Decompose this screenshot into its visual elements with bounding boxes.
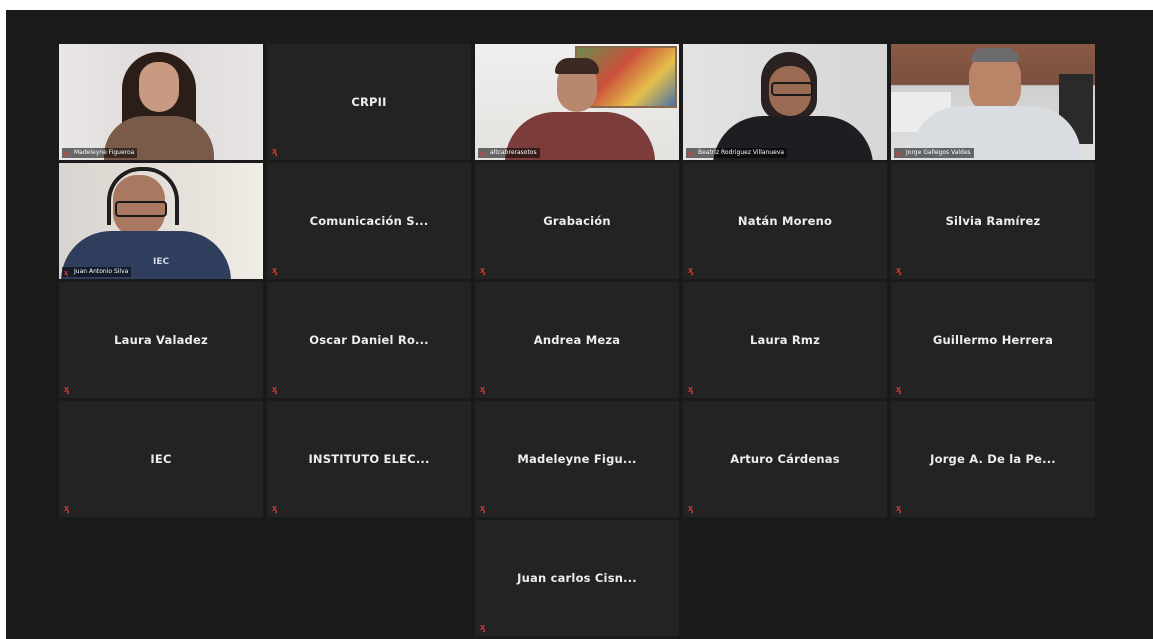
muted-mic-icon: ᶍ	[896, 385, 902, 395]
muted-mic-icon: ᶍ	[480, 385, 486, 395]
muted-mic-icon: ᶍ	[480, 623, 486, 633]
participant-name: Oscar Daniel Ro...	[309, 333, 429, 347]
participant-tile[interactable]: Silvia Ramírez ᶍ	[891, 163, 1095, 279]
participant-name-tag: ᶍ Jorge Gallegos Valdes	[894, 148, 974, 158]
video-tile-jorge-gallegos-active-speaker[interactable]: ᶍ Jorge Gallegos Valdes	[891, 44, 1095, 160]
participant-tile[interactable]: Comunicación S... ᶍ	[267, 163, 471, 279]
participant-tile[interactable]: Andrea Meza ᶍ	[475, 282, 679, 398]
participant-name: Comunicación S...	[309, 214, 429, 228]
participant-tile[interactable]: INSTITUTO ELEC... ᶍ	[267, 401, 471, 517]
video-tile-beatriz-rodriguez[interactable]: ᶍ Beatriz Rodriguez Villanueva	[683, 44, 887, 160]
participant-tile[interactable]: Laura Valadez ᶍ	[59, 282, 263, 398]
participant-tile[interactable]: Natán Moreno ᶍ	[683, 163, 887, 279]
muted-mic-icon: ᶍ	[64, 385, 70, 395]
muted-mic-icon: ᶍ	[480, 504, 486, 514]
person-hair	[971, 48, 1019, 62]
muted-mic-icon: ᶍ	[688, 266, 694, 276]
participant-name: Silvia Ramírez	[945, 214, 1041, 228]
participant-name: Juan carlos Cisn...	[517, 571, 637, 585]
participant-name: IEC	[150, 452, 172, 466]
participant-tile[interactable]: Arturo Cárdenas ᶍ	[683, 401, 887, 517]
participant-name: Guillermo Herrera	[932, 333, 1054, 347]
muted-mic-icon: ᶍ	[480, 150, 484, 158]
muted-mic-icon: ᶍ	[480, 266, 486, 276]
muted-mic-icon: ᶍ	[272, 266, 278, 276]
participant-name: Laura Valadez	[114, 333, 208, 347]
muted-mic-icon: ᶍ	[896, 504, 902, 514]
muted-mic-icon: ᶍ	[688, 504, 694, 514]
participant-tile[interactable]: Juan carlos Cisn... ᶍ	[475, 520, 679, 636]
meeting-gallery-view: ᶍ Madeleyne Figueroa CRPII ᶍ ᶍ altcabreras…	[6, 10, 1153, 639]
person-hair	[555, 58, 599, 74]
video-tile-madeleyne-figueroa[interactable]: ᶍ Madeleyne Figueroa	[59, 44, 263, 160]
person-face	[139, 62, 179, 112]
participant-tile[interactable]: Oscar Daniel Ro... ᶍ	[267, 282, 471, 398]
participant-tile[interactable]: Grabación ᶍ	[475, 163, 679, 279]
participant-name: CRPII	[351, 95, 387, 109]
participant-name-tag: ᶍ Juan Antonio Silva	[62, 267, 132, 277]
participant-name-tag: ᶍ Madeleyne Figueroa	[62, 148, 138, 158]
glasses	[771, 82, 813, 96]
muted-mic-icon: ᶍ	[64, 150, 68, 158]
glasses	[115, 201, 167, 217]
participant-tile[interactable]: Madeleyne Figu... ᶍ	[475, 401, 679, 517]
participant-name-tag: ᶍ Beatriz Rodriguez Villanueva	[686, 148, 788, 158]
muted-mic-icon: ᶍ	[688, 150, 692, 158]
participant-name: Grabación	[543, 214, 611, 228]
muted-mic-icon: ᶍ	[272, 147, 278, 157]
muted-mic-icon: ᶍ	[688, 385, 694, 395]
muted-mic-icon: ᶍ	[896, 266, 902, 276]
video-tile-altcabrerasotos[interactable]: ᶍ altcabrerasotos	[475, 44, 679, 160]
muted-mic-icon: ᶍ	[272, 504, 278, 514]
participant-name: Jorge A. De la Pe...	[930, 452, 1056, 466]
participant-name: Andrea Meza	[533, 333, 621, 347]
participant-name-tag: ᶍ altcabrerasotos	[478, 148, 540, 158]
muted-mic-icon: ᶍ	[896, 150, 900, 158]
muted-mic-icon: ᶍ	[64, 504, 70, 514]
muted-mic-icon: ᶍ	[64, 269, 68, 277]
participant-name: Madeleyne Figu...	[517, 452, 637, 466]
participant-tile[interactable]: Laura Rmz ᶍ	[683, 282, 887, 398]
participant-name: Laura Rmz	[749, 333, 821, 347]
participant-tile[interactable]: IEC ᶍ	[59, 401, 263, 517]
participant-tile[interactable]: Jorge A. De la Pe... ᶍ	[891, 401, 1095, 517]
participant-name: Arturo Cárdenas	[730, 452, 840, 466]
iec-logo: IEC	[153, 257, 170, 267]
muted-mic-icon: ᶍ	[272, 385, 278, 395]
participant-tile[interactable]: Guillermo Herrera ᶍ	[891, 282, 1095, 398]
participant-name: Natán Moreno	[737, 214, 833, 228]
participant-tile[interactable]: CRPII ᶍ	[267, 44, 471, 160]
video-tile-juan-antonio-silva[interactable]: IEC ᶍ Juan Antonio Silva	[59, 163, 263, 279]
participant-name: INSTITUTO ELEC...	[308, 452, 430, 466]
